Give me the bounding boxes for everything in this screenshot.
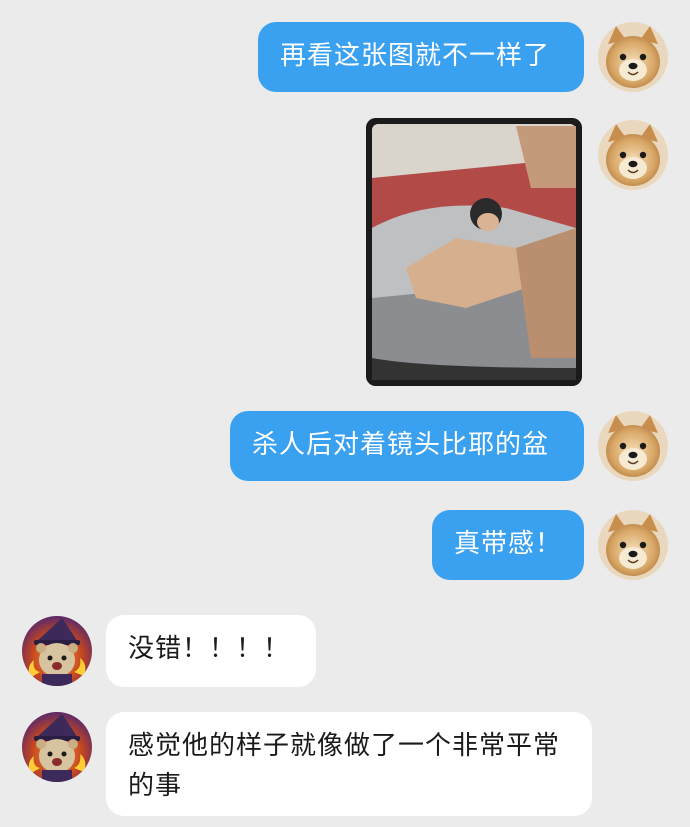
wizard-bear-avatar-icon[interactable] xyxy=(22,616,92,686)
shiba-dog-avatar-icon[interactable] xyxy=(598,411,668,481)
outgoing-message-bubble[interactable]: 杀人后对着镜头比耶的盆 xyxy=(230,411,584,481)
photo-icon xyxy=(366,118,582,386)
shiba-dog-avatar-icon[interactable] xyxy=(598,120,668,190)
shiba-dog-avatar-icon[interactable] xyxy=(598,22,668,92)
outgoing-message-bubble[interactable]: 真带感！ xyxy=(432,510,584,580)
shiba-dog-avatar-icon[interactable] xyxy=(598,510,668,580)
incoming-message-bubble[interactable]: 感觉他的样子就像做了一个非常平常的事 xyxy=(106,712,592,816)
incoming-message-bubble[interactable]: 没错！！！！ xyxy=(106,615,316,687)
wizard-bear-avatar-icon[interactable] xyxy=(22,712,92,782)
photo-message[interactable] xyxy=(366,118,582,386)
outgoing-message-bubble[interactable]: 再看这张图就不一样了 xyxy=(258,22,584,92)
